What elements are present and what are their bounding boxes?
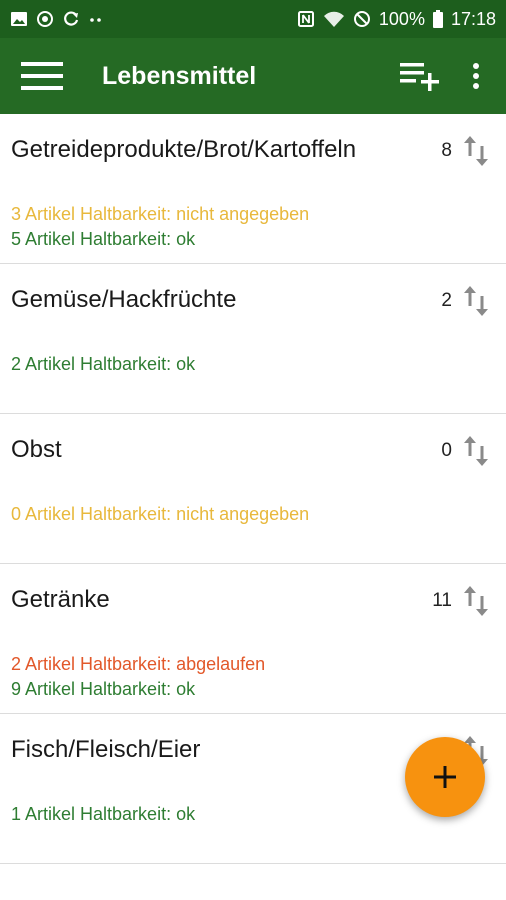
shelf-life-line: 5 Artikel Haltbarkeit: ok: [11, 229, 196, 249]
clock: 17:18: [450, 8, 496, 29]
shelf-life-line: 2 Artikel Haltbarkeit: ok: [11, 354, 196, 374]
shelf-life-line: 0 Artikel Haltbarkeit: nicht angegeben: [11, 504, 310, 524]
shelf-life-summary: 0 Artikel Haltbarkeit: nicht angegeben: [11, 502, 309, 527]
shelf-life-summary: 2 Artikel Haltbarkeit: abgelaufen 9 Artik…: [11, 652, 265, 702]
sort-icon: [464, 286, 488, 316]
more-dots-icon: [90, 18, 101, 22]
category-name: Getränke: [11, 586, 110, 613]
category-count: 2: [441, 290, 452, 311]
menu-icon: [21, 62, 63, 90]
category-count: 0: [441, 440, 452, 461]
shelf-life-line: 9 Artikel Haltbarkeit: ok: [11, 679, 196, 699]
sort-button[interactable]: [462, 134, 490, 173]
battery-icon: [432, 10, 443, 28]
page-title: Lebensmittel: [102, 61, 257, 90]
add-icon: [434, 766, 456, 788]
refresh-icon: [64, 11, 79, 26]
add-list-button[interactable]: [394, 38, 446, 114]
category-item[interactable]: Getränke 11 2 Artikel Haltbarkeit: abgelau…: [0, 564, 506, 714]
category-item[interactable]: Obst 0 0 Artikel Haltbarkeit: nicht angege…: [0, 414, 506, 564]
sort-button[interactable]: [462, 584, 490, 623]
sync-icon: [37, 11, 53, 27]
status-left-icons: [10, 10, 104, 28]
add-fab-button[interactable]: [405, 737, 485, 817]
category-name: Obst: [11, 436, 62, 463]
shelf-life-line: 3 Artikel Haltbarkeit: nicht angegeben: [11, 204, 310, 224]
overflow-menu-icon: [473, 63, 479, 89]
overflow-menu-button[interactable]: [446, 38, 506, 114]
sort-icon: [464, 136, 488, 166]
status-bar: 100% 17:18: [0, 0, 506, 38]
category-item[interactable]: Getreideprodukte/Brot/Kartoffeln 8 3 Artik…: [0, 114, 506, 264]
sort-icon: [464, 436, 488, 466]
shelf-life-summary: 2 Artikel Haltbarkeit: ok: [11, 352, 195, 377]
category-name: Gemüse/Hackfrüchte: [11, 286, 237, 313]
menu-button[interactable]: [0, 38, 84, 114]
playlist-add-icon: [400, 63, 439, 91]
shelf-life-summary: 3 Artikel Haltbarkeit: nicht angegeben 5 …: [11, 202, 309, 252]
nfc-icon: [297, 11, 314, 27]
shelf-life-line: 2 Artikel Haltbarkeit: abgelaufen: [11, 654, 266, 674]
sort-button[interactable]: [462, 284, 490, 323]
sort-button[interactable]: [462, 434, 490, 473]
app-bar: Lebensmittel: [0, 38, 506, 114]
shelf-life-summary: 1 Artikel Haltbarkeit: ok: [11, 802, 195, 827]
category-count: 8: [441, 140, 452, 161]
do-not-disturb-icon: [353, 11, 370, 27]
sort-icon: [464, 586, 488, 616]
category-count: 11: [432, 590, 452, 611]
category-name: Fisch/Fleisch/Eier: [11, 736, 201, 763]
category-name: Getreideprodukte/Brot/Kartoffeln: [11, 136, 357, 163]
battery-percent: 100%: [378, 8, 425, 29]
wifi-icon: [323, 11, 344, 27]
shelf-life-line: 1 Artikel Haltbarkeit: ok: [11, 804, 196, 824]
category-item[interactable]: Gemüse/Hackfrüchte 2 2 Artikel Haltbarkeit…: [0, 264, 506, 414]
image-icon: [11, 12, 27, 26]
status-right-icons: 100% 17:18: [297, 9, 496, 30]
